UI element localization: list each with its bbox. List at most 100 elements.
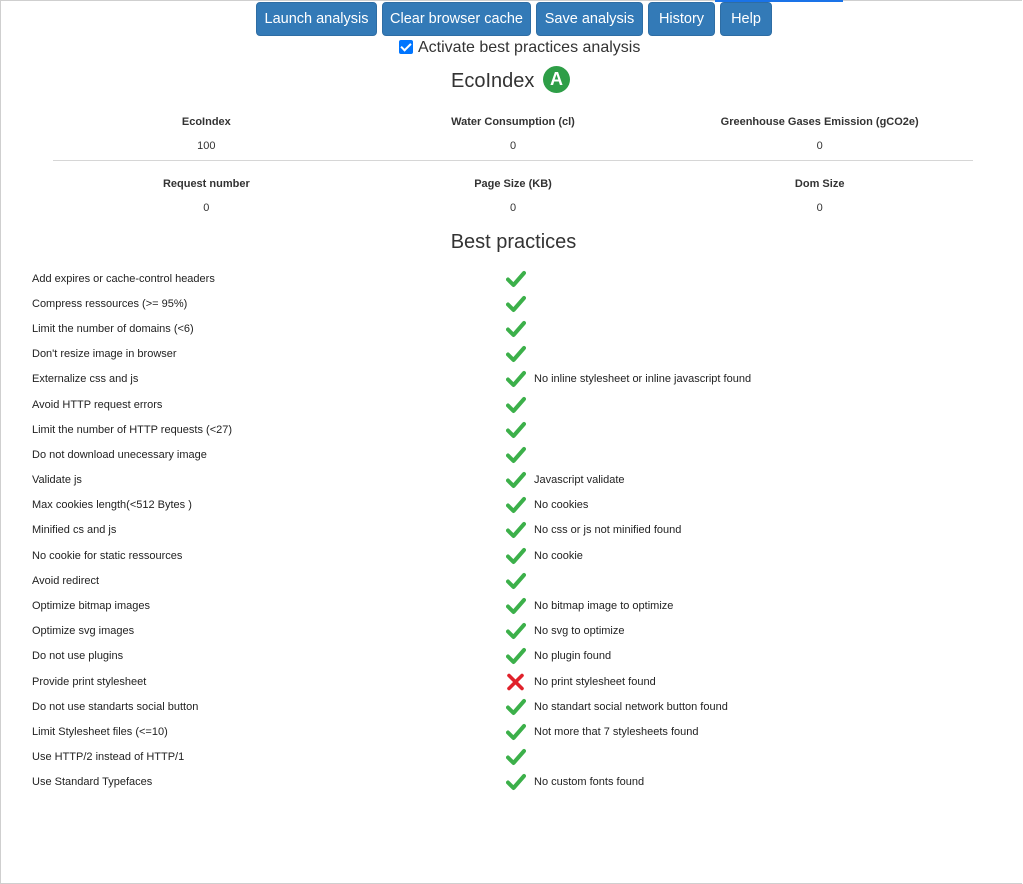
help-button[interactable]: Help: [720, 2, 772, 36]
best-practice-row: Validate js Javascript validate: [32, 468, 992, 493]
check-icon: [498, 269, 534, 289]
check-icon: [498, 697, 534, 717]
best-practices-title: Best practices: [450, 231, 577, 253]
metric-value: 0: [816, 202, 823, 214]
metric-value: 0: [203, 202, 210, 214]
best-practice-name: Don't resize image in browser: [32, 348, 177, 361]
best-practice-name: Do not use standarts social button: [32, 700, 199, 713]
activate-label: Activate best practices analysis: [418, 39, 641, 56]
best-practice-comment: No print stylesheet found: [534, 675, 656, 688]
best-practice-row: Max cookies length(<512 Bytes ) No cookie…: [32, 493, 992, 518]
best-practice-row: Optimize bitmap images No bitmap image to…: [32, 593, 992, 618]
best-practice-name: Do not download unecessary image: [32, 448, 207, 461]
best-practice-row: Do not download unecessary image: [32, 442, 992, 467]
best-practice-comment: No cookie: [534, 549, 583, 562]
best-practice-comment: No svg to optimize: [534, 625, 625, 638]
best-practice-row: No cookie for static ressources No cookie: [32, 543, 992, 568]
best-practice-comment: No cookies: [534, 499, 589, 512]
best-practice-name: Avoid HTTP request errors: [32, 398, 163, 411]
best-practice-comment: No inline stylesheet or inline javascrip…: [534, 373, 752, 386]
best-practice-row: Do not use standarts social button No sta…: [32, 694, 992, 719]
best-practice-row: Minified cs and js No css or js not minif…: [32, 518, 992, 543]
metric-ecoindex: EcoIndex 100: [53, 116, 360, 152]
best-practice-row: Limit the number of HTTP requests (<27): [32, 417, 992, 442]
best-practice-row: Avoid redirect: [32, 568, 992, 593]
check-icon: [498, 520, 534, 540]
metric-page-size: Page Size (KB) 0: [360, 178, 667, 214]
metric-value: 0: [509, 140, 517, 152]
metric-label: Request number: [162, 178, 250, 190]
ecoindex-grade-badge: A: [542, 66, 570, 94]
launch-analysis-button[interactable]: Launch analysis: [256, 2, 377, 36]
best-practice-name: Use HTTP/2 instead of HTTP/1: [32, 751, 185, 764]
check-icon: [498, 596, 534, 616]
best-practice-row: Compress ressources (>= 95%): [32, 291, 992, 316]
check-icon: [498, 344, 534, 364]
best-practice-row: Limit the number of domains (<6): [32, 316, 992, 341]
best-practice-name: Optimize bitmap images: [32, 600, 150, 613]
best-practice-name: No cookie for static ressources: [32, 549, 183, 562]
metrics-divider: [53, 160, 973, 161]
check-icon: [498, 395, 534, 415]
best-practice-comment: No css or js not minified found: [534, 524, 682, 537]
metric-value: 0: [816, 140, 823, 152]
check-icon: [498, 420, 534, 440]
cross-icon: [498, 672, 534, 692]
best-practice-row: Limit Stylesheet files (<=10) Not more th…: [32, 719, 992, 744]
toolbar: Launch analysis Clear browser cache Save…: [256, 2, 772, 36]
check-icon: [498, 470, 534, 490]
metric-label: EcoIndex: [181, 116, 231, 128]
metric-ghg: Greenhouse Gases Emission (gCO2e) 0: [666, 116, 973, 152]
best-practice-row: Externalize css and js No inline styleshe…: [32, 367, 992, 392]
check-icon: [498, 571, 534, 591]
best-practice-comment: Javascript validate: [534, 474, 625, 487]
metrics-row-2: Request number 0 Page Size (KB) 0 Dom Si…: [53, 178, 973, 214]
best-practice-name: Compress ressources (>= 95%): [32, 297, 188, 310]
check-icon: [498, 772, 534, 792]
check-icon: [498, 621, 534, 641]
metric-value: 100: [197, 140, 216, 152]
best-practice-row: Provide print stylesheet No print stylesh…: [32, 669, 992, 694]
activate-checkbox[interactable]: [399, 39, 413, 54]
best-practice-row: Avoid HTTP request errors: [32, 392, 992, 417]
check-icon: [498, 646, 534, 666]
best-practice-name: Limit the number of domains (<6): [32, 322, 194, 335]
check-icon: [498, 445, 534, 465]
ecoindex-heading: EcoIndex A: [0, 66, 1021, 94]
best-practice-comment: No bitmap image to optimize: [534, 600, 674, 613]
best-practice-name: Limit the number of HTTP requests (<27): [32, 423, 233, 436]
best-practice-row: Use HTTP/2 instead of HTTP/1: [32, 745, 992, 770]
activate-best-practices-option[interactable]: Activate best practices analysis: [399, 39, 640, 57]
check-icon: [498, 546, 534, 566]
best-practice-name: Validate js: [32, 474, 82, 487]
best-practice-comment: No custom fonts found: [534, 776, 645, 789]
save-analysis-button[interactable]: Save analysis: [536, 2, 643, 36]
check-icon: [498, 319, 534, 339]
clear-cache-button[interactable]: Clear browser cache: [382, 2, 531, 36]
metric-label: Water Consumption (cl): [451, 116, 575, 128]
best-practices-list: Add expires or cache-control headers Comp…: [32, 266, 992, 795]
check-icon: [498, 495, 534, 515]
check-icon: [498, 294, 534, 314]
check-icon: [498, 722, 534, 742]
best-practice-comment: No standart social network button found: [534, 700, 728, 713]
best-practice-name: Use Standard Typefaces: [32, 776, 153, 789]
best-practice-row: Don't resize image in browser: [32, 342, 992, 367]
history-button[interactable]: History: [648, 2, 715, 36]
best-practice-name: Provide print stylesheet: [32, 675, 147, 688]
best-practice-name: Optimize svg images: [32, 625, 135, 638]
best-practice-name: Externalize css and js: [32, 373, 139, 386]
best-practice-comment: No plugin found: [534, 650, 612, 663]
best-practice-name: Add expires or cache-control headers: [32, 272, 215, 285]
best-practice-name: Limit Stylesheet files (<=10): [32, 725, 168, 738]
ecoindex-title: EcoIndex: [451, 70, 535, 92]
best-practice-row: Optimize svg images No svg to optimize: [32, 619, 992, 644]
metric-label: Greenhouse Gases Emission (gCO2e): [720, 116, 919, 128]
best-practice-name: Minified cs and js: [32, 524, 117, 537]
best-practice-comment: Not more that 7 stylesheets found: [534, 725, 699, 738]
best-practice-name: Avoid redirect: [32, 574, 100, 587]
metric-request-number: Request number 0: [53, 178, 360, 214]
metric-label: Page Size (KB): [474, 178, 552, 190]
metric-label: Dom Size: [794, 178, 845, 190]
metric-value: 0: [509, 202, 517, 214]
